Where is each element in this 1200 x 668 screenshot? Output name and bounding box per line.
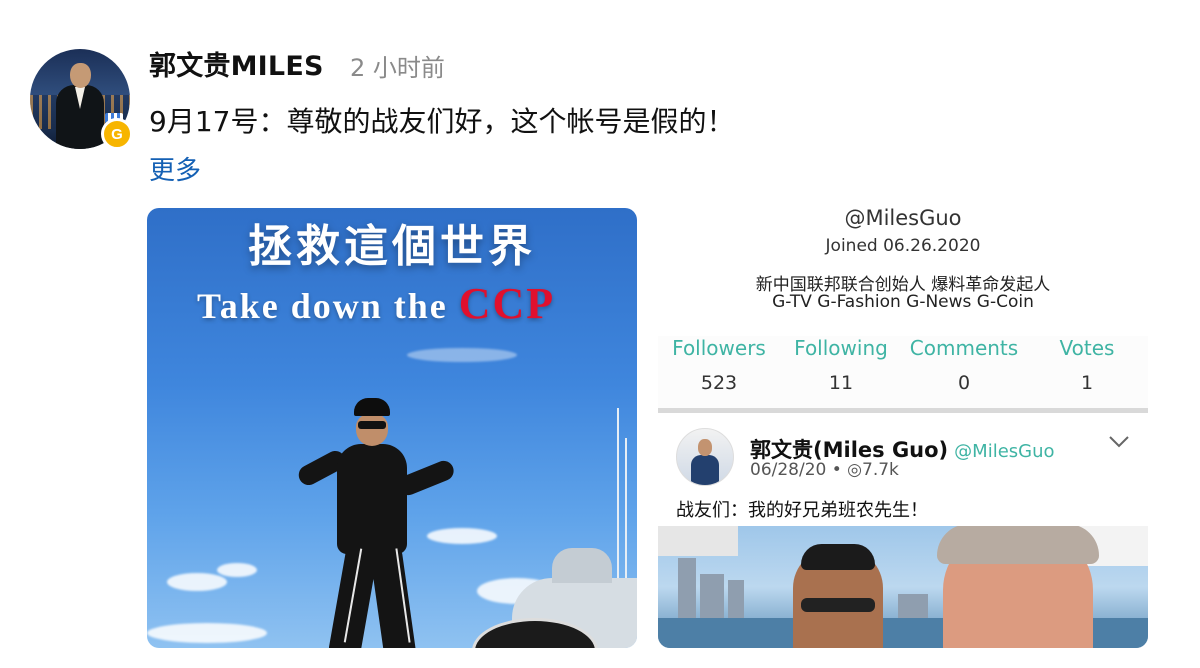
profile-joined: Joined 06.26.2020 <box>825 236 981 256</box>
image-headline-ccp: CCP <box>458 279 556 328</box>
post-text: 9月17号：尊敬的战友们好，这个帐号是假的！ <box>149 105 735 138</box>
more-link[interactable]: 更多 <box>149 150 201 187</box>
avatar-person <box>54 63 106 149</box>
post-time: 2 小时前 <box>350 54 445 82</box>
profile-handle: @MilesGuo <box>844 208 962 230</box>
image-headline-chinese: 拯救這個世界 <box>248 221 536 272</box>
chevron-down-icon <box>1108 430 1130 455</box>
profile-stats: Followers 523 Following 11 Comments 0 Vo… <box>658 336 1148 408</box>
medal-g-icon: G <box>101 118 133 150</box>
stats-divider <box>658 408 1148 413</box>
embedded-post-meta: 06/28/20 • ◎7.7k <box>750 460 899 480</box>
embedded-post-handle: @MilesGuo <box>954 441 1055 462</box>
image-yacht <box>472 548 637 648</box>
embedded-post-text: 战友们：我的好兄弟班农先生！ <box>676 500 928 521</box>
stat-following: Following 11 <box>794 336 888 394</box>
stat-votes: Votes 1 <box>1059 336 1115 394</box>
embedded-post-photo <box>658 526 1148 648</box>
stat-comments: Comments 0 <box>909 336 1019 394</box>
author-name[interactable]: 郭文贵MILES <box>149 44 324 83</box>
post-image-1[interactable]: 拯救這個世界 Take down the CCP <box>147 208 637 648</box>
image-headline-english: Take down the CCP <box>197 279 556 328</box>
image-figure-man <box>292 398 462 648</box>
embedded-post-avatar <box>676 428 734 486</box>
profile-bio-line2: G-TV G-Fashion G-News G-Coin <box>772 292 1034 312</box>
stat-followers: Followers 523 <box>672 336 766 394</box>
post-image-2[interactable]: @MilesGuo Joined 06.26.2020 新中国联邦联合创始人 爆… <box>658 208 1148 648</box>
image-seal-emblem <box>472 618 598 648</box>
